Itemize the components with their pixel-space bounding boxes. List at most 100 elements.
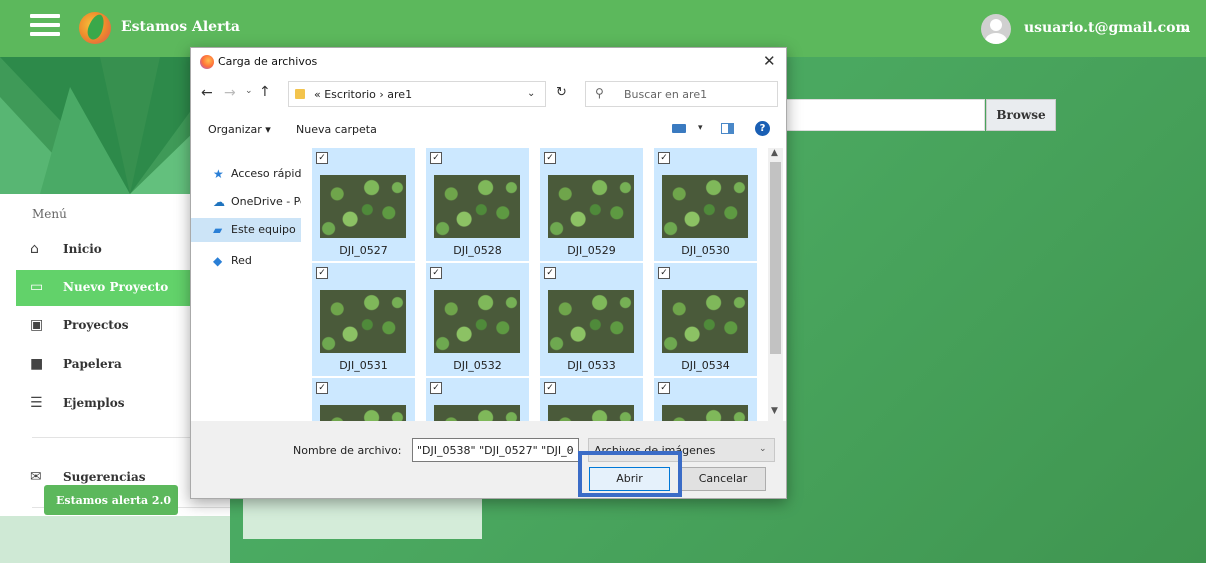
checkbox[interactable]: ✓ [430, 382, 442, 394]
filename-field[interactable]: "DJI_0538" "DJI_0527" "DJI_0 ⌄ [412, 438, 579, 462]
checkbox[interactable]: ✓ [430, 267, 442, 279]
checkbox[interactable]: ✓ [316, 267, 328, 279]
address-bar[interactable]: « Escritorio › are1 ⌄ [288, 81, 546, 107]
dialog-title: Carga de archivos [218, 55, 318, 68]
file-name: DJI_0527 [339, 244, 388, 257]
preview-pane-icon[interactable] [721, 123, 734, 134]
file-item[interactable]: ✓ DJI_0532 [426, 263, 529, 376]
file-thumbnail [434, 175, 520, 238]
checkbox[interactable]: ✓ [658, 267, 670, 279]
up-arrow-icon[interactable]: ↑ [259, 84, 271, 100]
checkbox[interactable]: ✓ [658, 152, 670, 164]
scrollbar-thumb[interactable] [770, 162, 781, 354]
file-item[interactable]: ✓ DJI_0530 [654, 148, 757, 261]
user-email[interactable]: usuario.t@gmail.com [1024, 20, 1190, 36]
firefox-icon [200, 55, 214, 69]
checkbox[interactable]: ✓ [544, 382, 556, 394]
folder-icon [295, 89, 305, 99]
file-thumbnail [662, 290, 748, 353]
file-path-input[interactable] [785, 99, 985, 131]
file-name: DJI_0530 [681, 244, 730, 257]
nav-item-this-pc[interactable]: ▰ Este equipo [191, 218, 301, 242]
nav-item-network[interactable]: ◆ Red [191, 249, 301, 273]
cancel-button[interactable]: Cancelar [680, 467, 766, 491]
scroll-up-icon[interactable]: ▲ [771, 148, 778, 158]
search-input[interactable]: ⚲ Buscar en are1 [585, 81, 778, 107]
file-upload-dialog: Carga de archivos ✕ ← → ⌄ ↑ « Escritorio… [190, 47, 787, 499]
home-icon: ⌂ [30, 241, 39, 257]
vertical-scrollbar[interactable]: ▲ ▼ [768, 148, 783, 421]
dialog-footer: Nombre de archivo: "DJI_0538" "DJI_0527"… [191, 421, 786, 498]
chevron-down-icon[interactable]: ⌄ [566, 444, 574, 454]
file-name: DJI_0534 [681, 359, 730, 372]
sidebar-item-label: Nuevo Proyecto [63, 280, 169, 294]
help-icon[interactable]: ? [755, 121, 770, 136]
sidebar-item-label: Ejemplos [63, 396, 125, 410]
checkbox[interactable]: ✓ [658, 382, 670, 394]
checkbox[interactable]: ✓ [544, 152, 556, 164]
organize-button[interactable]: Organizar ▾ [208, 123, 271, 136]
view-dropdown-icon[interactable]: ▾ [698, 123, 703, 133]
file-item[interactable]: ✓ DJI_0534 [654, 263, 757, 376]
file-item[interactable]: ✓ DJI_0531 [312, 263, 415, 376]
view-options-icon[interactable] [672, 124, 686, 133]
file-thumbnail [548, 175, 634, 238]
content-card [243, 492, 482, 539]
forward-arrow-icon[interactable]: → [224, 85, 236, 101]
app-title: Estamos Alerta [121, 19, 240, 35]
file-list: ✓ DJI_0527 ✓ DJI_0528 ✓ DJI_0529 ✓ DJI_0530 … [310, 148, 768, 421]
file-thumbnail [320, 290, 406, 353]
address-row: ← → ⌄ ↑ « Escritorio › are1 ⌄ ↻ ⚲ Buscar… [191, 80, 788, 108]
avatar[interactable] [981, 14, 1011, 44]
sidebar-item-label: Proyectos [63, 318, 129, 332]
filename-value: "DJI_0538" "DJI_0527" "DJI_0 [417, 444, 574, 457]
computer-icon: ▰ [213, 223, 223, 237]
breadcrumb[interactable]: « Escritorio › are1 [314, 88, 412, 101]
checkbox[interactable]: ✓ [430, 152, 442, 164]
chevron-down-icon[interactable]: ⌄ [1180, 20, 1191, 35]
file-item[interactable]: ✓ [426, 378, 529, 421]
scroll-down-icon[interactable]: ▼ [771, 406, 778, 416]
open-button-highlight [578, 451, 682, 497]
search-icon: ⚲ [595, 86, 604, 100]
checkbox[interactable]: ✓ [316, 382, 328, 394]
close-icon[interactable]: ✕ [763, 52, 776, 70]
sidebar-item-label: Inicio [63, 242, 102, 256]
browse-button[interactable]: Browse [986, 99, 1056, 131]
file-item[interactable]: ✓ DJI_0528 [426, 148, 529, 261]
dialog-titlebar: Carga de archivos ✕ [191, 48, 788, 76]
star-icon: ★ [213, 167, 224, 181]
file-item[interactable]: ✓ DJI_0533 [540, 263, 643, 376]
file-thumbnail [662, 405, 748, 421]
recent-locations-chevron-icon[interactable]: ⌄ [245, 86, 253, 96]
file-item[interactable]: ✓ DJI_0529 [540, 148, 643, 261]
file-name: DJI_0531 [339, 359, 388, 372]
file-thumbnail [548, 290, 634, 353]
checkbox[interactable]: ✓ [544, 267, 556, 279]
back-arrow-icon[interactable]: ← [201, 85, 213, 101]
navigation-pane: ★ Acceso rápido ☁ OneDrive - Pe ▰ Este e… [191, 148, 301, 418]
new-folder-button[interactable]: Nueva carpeta [296, 123, 377, 136]
refresh-icon[interactable]: ↻ [556, 85, 567, 100]
hamburger-menu-icon[interactable] [30, 14, 60, 38]
checkbox[interactable]: ✓ [316, 152, 328, 164]
version-button[interactable]: Estamos alerta 2.0 [44, 485, 178, 515]
file-name: DJI_0529 [567, 244, 616, 257]
file-item[interactable]: ✓ [654, 378, 757, 421]
chevron-down-icon[interactable]: ⌄ [527, 88, 535, 99]
trash-grid-icon: ■ [30, 356, 44, 372]
mail-icon: ✉ [30, 469, 42, 485]
nav-item-onedrive[interactable]: ☁ OneDrive - Pe [191, 190, 301, 214]
file-name: DJI_0528 [453, 244, 502, 257]
nav-item-quick-access[interactable]: ★ Acceso rápido [191, 162, 301, 186]
nav-item-label: Red [231, 254, 252, 267]
file-thumbnail [434, 405, 520, 421]
cloud-icon: ☁ [213, 195, 225, 209]
nav-item-label: Este equipo [231, 223, 296, 236]
file-item[interactable]: ✓ DJI_0527 [312, 148, 415, 261]
file-thumbnail [320, 175, 406, 238]
file-item[interactable]: ✓ [540, 378, 643, 421]
file-name: DJI_0532 [453, 359, 502, 372]
file-item[interactable]: ✓ [312, 378, 415, 421]
chevron-down-icon: ⌄ [759, 444, 767, 454]
